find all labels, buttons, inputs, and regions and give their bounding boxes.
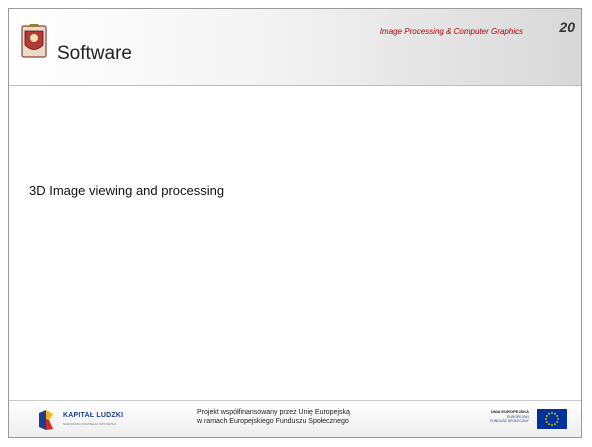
content-text: 3D Image viewing and processing bbox=[29, 183, 225, 198]
course-title: Image Processing & Computer Graphics bbox=[379, 27, 523, 36]
kapital-ludzki-subtitle: NARODOWA STRATEGIA SPÓJNOŚCI bbox=[63, 422, 117, 426]
slide: Software Image Processing & Computer Gra… bbox=[8, 8, 582, 438]
page-title: Software bbox=[57, 43, 132, 64]
project-notice-line-1: Projekt współfinansowany przez Unię Euro… bbox=[197, 409, 350, 416]
slide-number: 20 bbox=[559, 19, 575, 35]
eu-label: UNIA EUROPEJSKA EUROPEJSKI FUNDUSZ SPOŁE… bbox=[490, 409, 529, 424]
university-crest-icon bbox=[21, 24, 47, 58]
slide-header: Software Image Processing & Computer Gra… bbox=[9, 9, 581, 86]
kapital-ludzki-logo-icon bbox=[39, 410, 53, 430]
eu-label-line-1: UNIA EUROPEJSKA bbox=[490, 409, 529, 414]
eu-label-line-3: FUNDUSZ SPOŁECZNY bbox=[490, 419, 529, 423]
eu-flag-icon bbox=[537, 409, 567, 429]
slide-footer: KAPITAŁ LUDZKI NARODOWA STRATEGIA SPÓJNO… bbox=[9, 400, 581, 437]
project-notice: Projekt współfinansowany przez Unię Euro… bbox=[197, 408, 350, 426]
kapital-ludzki-name: KAPITAŁ LUDZKI bbox=[63, 412, 124, 419]
project-notice-line-2: w ramach Europejskiego Funduszu Społeczn… bbox=[197, 418, 349, 425]
